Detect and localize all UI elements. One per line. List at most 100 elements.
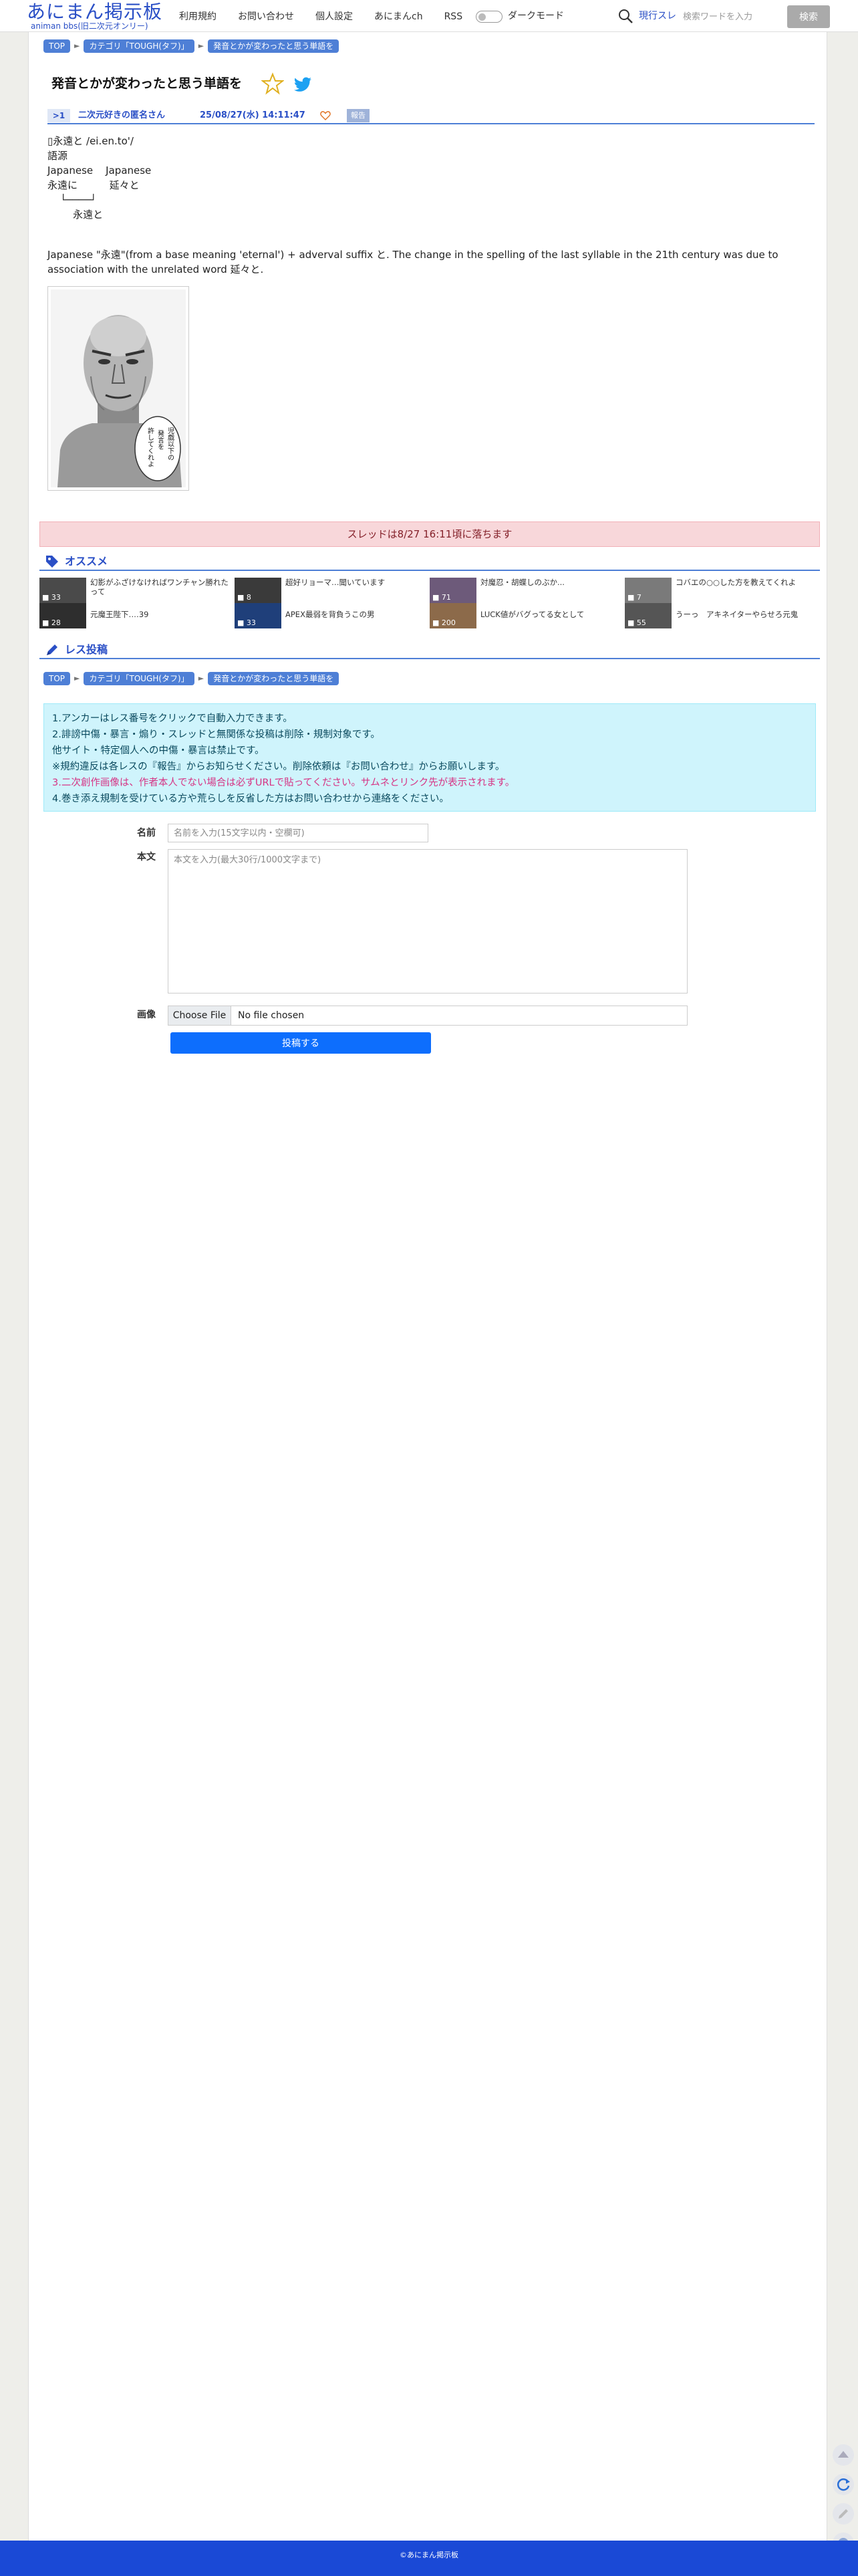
name-input[interactable] — [168, 824, 428, 842]
report-button[interactable]: 報告 — [347, 109, 370, 122]
comment-count: ■ 33 — [42, 593, 61, 602]
image-file-input[interactable]: Choose File No file chosen — [168, 1006, 688, 1026]
breadcrumb-top[interactable]: TOP — [43, 39, 71, 53]
breadcrumb: TOP ► カテゴリ「TOUGH(タフ)」 ► 発音とかが変わったと思う単語を — [43, 39, 339, 53]
rule-line: 他サイト・特定個人への中傷・暴言は禁止です。 — [52, 745, 265, 756]
etymology-line: └────┘ — [47, 194, 97, 206]
recommend-thumbnail: ■ 7 — [625, 578, 672, 603]
breadcrumb-separator: ► — [74, 674, 80, 683]
image-label: 画像 — [137, 1010, 156, 1020]
dark-mode-toggle[interactable]: ダークモード — [476, 9, 569, 23]
heart-icon[interactable] — [320, 110, 331, 121]
comment-count: ■ 33 — [237, 618, 256, 627]
breadcrumb-thread[interactable]: 発音とかが変わったと思う単語を — [208, 671, 339, 685]
reply-header: レス投稿 — [39, 642, 820, 659]
post-header: >1 二次元好きの匿名さん 25/08/27(水) 14:11:47 報告 — [47, 108, 815, 124]
nav-animanch[interactable]: あにまんch — [374, 10, 423, 23]
body-textarea[interactable] — [168, 849, 688, 993]
recommend-item[interactable]: ■ 33 APEX最弱を背負うこの男 — [235, 603, 428, 628]
recommend-item-title: 対魔忍・胡蝶しのぶか... — [480, 578, 565, 587]
recommend-item[interactable]: ■ 200 LUCK値がバグってる女として — [430, 603, 623, 628]
recommend-thumbnail: ■ 71 — [430, 578, 476, 603]
write-button[interactable] — [833, 2503, 854, 2525]
toggle-switch[interactable] — [476, 11, 503, 23]
comment-count: ■ 200 — [432, 618, 456, 627]
search-input[interactable] — [679, 7, 784, 27]
main-nav: 利用規約 お問い合わせ 個人設定 あにまんch RSS — [179, 9, 484, 23]
res-number[interactable]: >1 — [47, 109, 70, 122]
post-image[interactable]: 児戯以下の 発言を 許してくれよ — [47, 286, 189, 491]
post-description: Japanese "永遠"(from a base meaning 'etern… — [47, 249, 778, 275]
speech-text: 発言を — [156, 429, 164, 450]
rule-line: 1.アンカーはレス番号をクリックで自動入力できます。 — [52, 713, 293, 724]
post-etymology: ▯永遠と /ei.en.to'/ 語源 Japanese Japanese 永遠… — [47, 134, 809, 222]
rule-line: ※規約違反は各レスの『報告』からお知らせください。削除依頼は『お問い合わせ』から… — [52, 762, 505, 772]
etymology-line: Japanese Japanese — [47, 164, 152, 177]
recommend-thumbnail: ■ 33 — [39, 578, 86, 603]
recommend-thumbnail: ■ 33 — [235, 603, 281, 628]
recommend-item-title: 超好リョーマ…聞いています — [285, 578, 386, 587]
nav-terms[interactable]: 利用規約 — [179, 10, 217, 23]
etymology-line: 永遠に 延々と — [47, 179, 140, 191]
dark-mode-label: ダークモード — [508, 11, 564, 21]
recommend-item-title: LUCK値がバグってる女として — [480, 610, 585, 619]
thread-title: 発音とかが変わったと思う単語を — [51, 76, 243, 91]
recommend-thumbnail: ■ 55 — [625, 603, 672, 628]
breadcrumb-separator: ► — [198, 674, 204, 683]
breadcrumb-bottom: TOP ► カテゴリ「TOUGH(タフ)」 ► 発音とかが変わったと思う単語を — [43, 671, 339, 686]
comment-count: ■ 71 — [432, 593, 451, 602]
body-label: 本文 — [137, 852, 156, 862]
star-icon[interactable] — [261, 72, 284, 95]
recommend-item-title: コバエの○○した方を教えてくれよ — [676, 578, 797, 587]
breadcrumb-category[interactable]: カテゴリ「TOUGH(タフ)」 — [84, 39, 194, 53]
comment-count: ■ 28 — [42, 618, 61, 627]
reload-button[interactable] — [833, 2474, 854, 2495]
choose-file-button[interactable]: Choose File — [168, 1006, 231, 1025]
logo-title: あにまん掲示板 — [27, 1, 163, 23]
twitter-icon[interactable] — [292, 74, 313, 95]
recommend-item-title: APEX最弱を背負うこの男 — [285, 610, 375, 619]
search-scope[interactable]: 現行スレ — [639, 9, 676, 23]
rule-line-warning: 3.二次創作画像は、作者本人でない場合は必ずURLで貼ってください。サムネとリン… — [52, 778, 515, 788]
search-button[interactable]: 検索 — [787, 5, 830, 28]
breadcrumb-category[interactable]: カテゴリ「TOUGH(タフ)」 — [84, 671, 194, 685]
recommend-item-title: 元魔王陛下‥‥39 — [90, 610, 149, 619]
speech-text: 児戯以下の — [166, 427, 174, 461]
recommend-item[interactable]: ■ 28 元魔王陛下‥‥39 — [39, 603, 233, 628]
res-author: 二次元好きの匿名さん — [78, 110, 166, 120]
tag-icon — [46, 556, 58, 568]
recommend-thumbnail: ■ 8 — [235, 578, 281, 603]
site-logo[interactable]: あにまん掲示板 animan bbs(旧二次元オンリー) — [27, 1, 167, 31]
breadcrumb-separator: ► — [198, 41, 204, 50]
recommend-item[interactable]: ■ 55 うーっ アキネイターやらせろ元鬼 — [625, 603, 819, 628]
nav-settings[interactable]: 個人設定 — [315, 10, 353, 23]
file-status: No file chosen — [238, 1010, 305, 1021]
comment-count: ■ 8 — [237, 593, 251, 602]
rule-line: 4.巻き添え規制を受けている方や荒らしを反省した方はお問い合わせから連絡をくださ… — [52, 794, 449, 804]
comment-count: ■ 55 — [627, 618, 646, 627]
breadcrumb-separator: ► — [74, 41, 80, 50]
reload-icon — [837, 2478, 850, 2491]
nav-contact[interactable]: お問い合わせ — [238, 10, 294, 23]
site-header: あにまん掲示板 animan bbs(旧二次元オンリー) 利用規約 お問い合わせ 個… — [0, 0, 858, 32]
arrow-up-icon — [838, 2451, 849, 2458]
recommend-item[interactable]: ■ 8 超好リョーマ…聞いています — [235, 578, 428, 603]
recommend-item[interactable]: ■ 7 コバエの○○した方を教えてくれよ — [625, 578, 819, 603]
recommend-item-title: うーっ アキネイターやらせろ元鬼 — [676, 610, 799, 619]
recommend-item-title: 幻影がふざけなければワンチャン勝れたって — [90, 578, 229, 596]
recommend-thumbnail: ■ 200 — [430, 603, 476, 628]
res-date: 25/08/27(水) 14:11:47 — [200, 110, 305, 120]
search-icon — [619, 9, 633, 23]
etymology-line: ▯永遠と /ei.en.to'/ — [47, 135, 134, 147]
scroll-top-button[interactable] — [833, 2444, 854, 2466]
recommend-thumbnail: ■ 28 — [39, 603, 86, 628]
recommend-item[interactable]: ■ 33 幻影がふざけなければワンチャン勝れたって — [39, 578, 233, 603]
nav-rss[interactable]: RSS — [444, 10, 463, 23]
breadcrumb-thread[interactable]: 発音とかが変わったと思う単語を — [208, 39, 339, 53]
breadcrumb-top[interactable]: TOP — [43, 671, 71, 685]
submit-button[interactable]: 投稿する — [170, 1032, 431, 1054]
toggle-knob — [478, 13, 486, 21]
recommend-item[interactable]: ■ 71 対魔忍・胡蝶しのぶか... — [430, 578, 623, 603]
speech-text: 許してくれよ — [146, 427, 154, 467]
logo-subtitle: animan bbs(旧二次元オンリー) — [31, 21, 148, 31]
